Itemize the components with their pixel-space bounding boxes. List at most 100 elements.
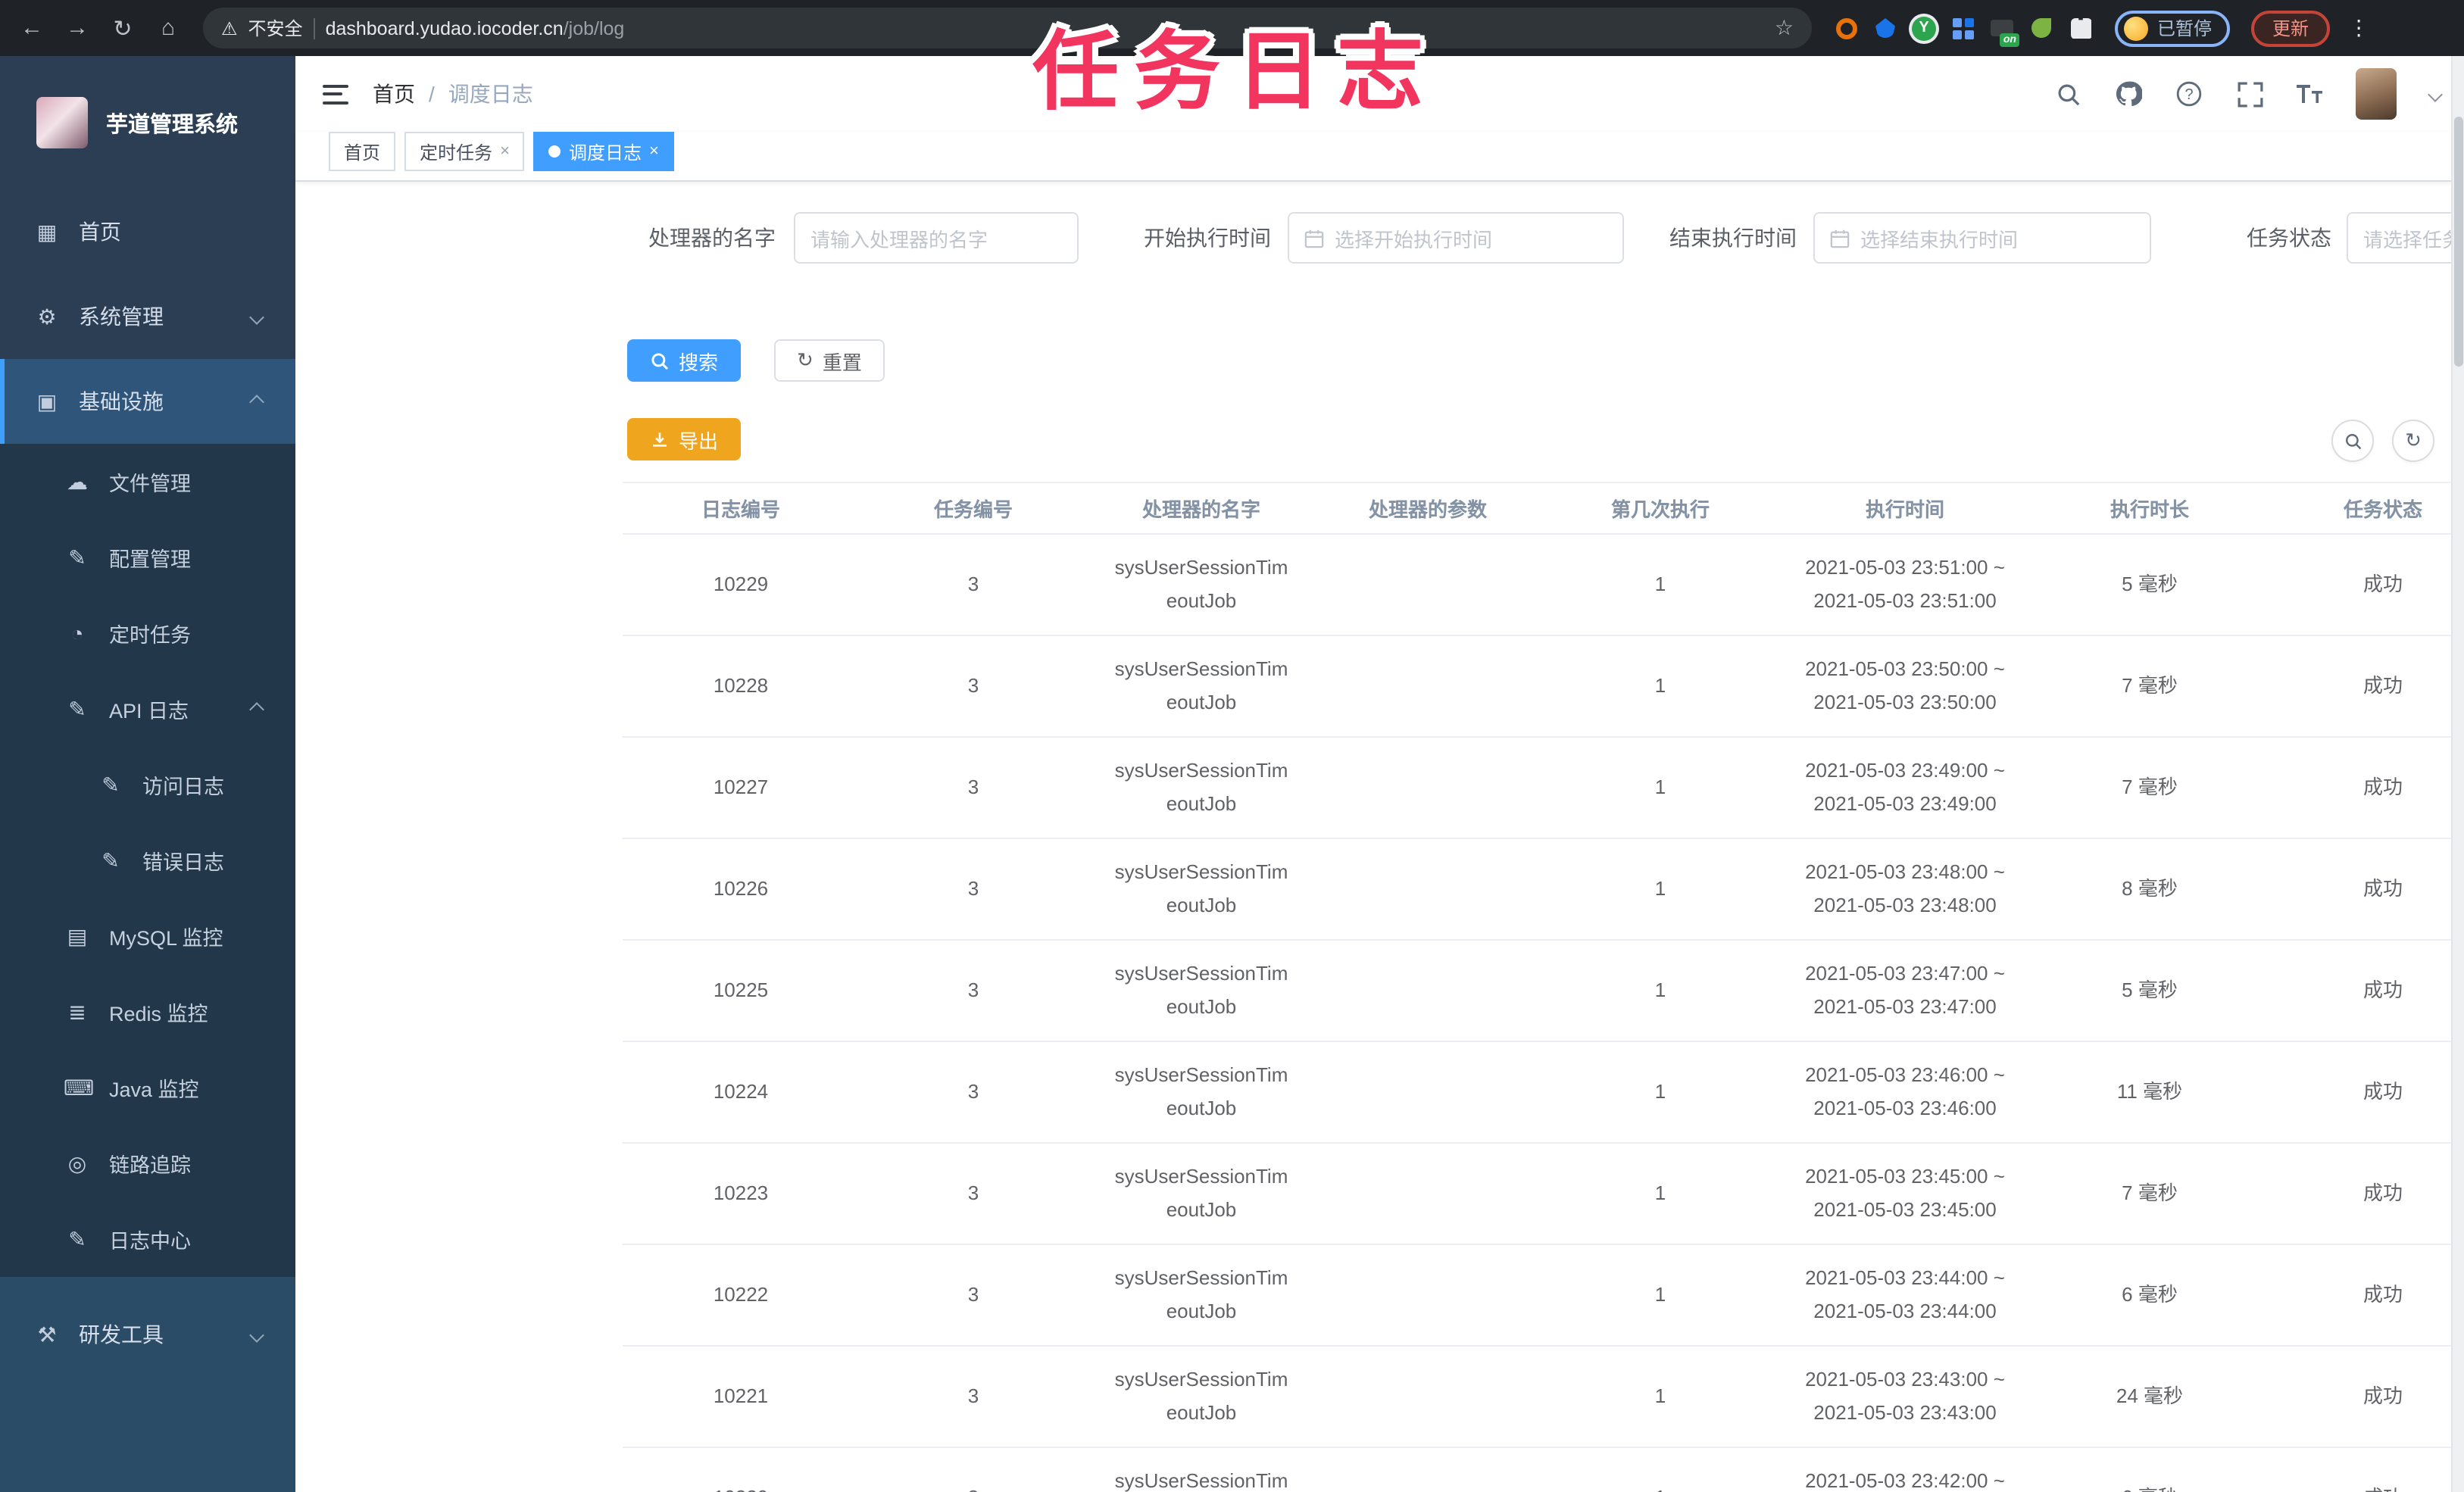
sidebar-item-系统管理[interactable]: ⚙ 系统管理 [0,274,295,359]
sidebar-item-链路追踪[interactable]: ◎ 链路追踪 [0,1125,295,1201]
sidebar-item-redis-监控[interactable]: ≣ Redis 监控 [0,974,295,1050]
extension-grid-icon[interactable] [1950,15,1975,41]
sidebar-item-日志中心[interactable]: ✎ 日志中心 [0,1201,295,1277]
table-cell: 成功 [2269,1143,2464,1245]
sidebar-item-研发工具[interactable]: ⚒ 研发工具 [0,1292,295,1377]
api-log-icon: ✎ [68,696,86,720]
close-tab-icon[interactable]: × [500,142,510,161]
table-cell: 3 [859,1447,1088,1492]
table-cell: 10222 [623,1244,859,1347]
table-cell: 2021-05-03 23:47:00 ~2021-05-03 23:47:00 [1780,940,2030,1042]
extension-leaf-icon[interactable] [2028,15,2054,41]
scrollbar-thumb[interactable] [2454,117,2463,367]
table-row: 10227 3 sysUserSessionTim eoutJob 1 2021-05-0… [623,737,2464,839]
bookmark-star-icon[interactable]: ☆ [1775,15,1794,41]
browser-reload-icon[interactable]: ↻ [103,8,142,48]
column-header: 处理器的名字 [1088,482,1315,535]
browser-menu-icon[interactable]: ⋮ [2348,15,2369,41]
browser-forward-icon[interactable]: → [58,8,97,48]
sidebar-item-首页[interactable]: ▦ 首页 [0,189,295,274]
user-menu-caret-icon[interactable] [2428,86,2443,101]
job-status-select[interactable]: 请选择任务状态 [2347,212,2464,264]
refresh-table-button[interactable]: ↻ [2392,420,2434,462]
sidebar-item-访问日志[interactable]: ✎ 访问日志 [0,747,295,822]
tools-icon: ⚒ [37,1322,57,1346]
sidebar-item-label: 文件管理 [109,473,191,495]
column-header: 任务编号 [859,482,1088,535]
browser-update-button[interactable]: 更新 [2251,10,2331,46]
sidebar-item-api-日志[interactable]: ✎ API 日志 [0,671,295,747]
collapse-sidebar-icon[interactable] [323,84,348,104]
extension-green-y-icon[interactable]: Y [1912,16,1936,40]
table-cell: 2021-05-03 23:51:00 ~2021-05-03 23:51:00 [1780,534,2030,636]
sidebar-item-基础设施[interactable]: ▣ 基础设施 [0,359,295,444]
search-button[interactable]: 搜索 [627,339,742,382]
table-cell: 2021-05-03 23:42:00 ~2021-05-03 23:42:00 [1780,1447,2030,1492]
tab-定时任务[interactable]: 定时任务 × [404,132,525,171]
column-header: 执行时长 [2030,482,2269,535]
extension-puzzle-icon[interactable] [2068,15,2094,41]
tab-调度日志[interactable]: 调度日志 × [533,132,674,171]
app-logo [36,97,88,148]
mysql-icon: ▤ [67,923,88,947]
toggle-search-button[interactable] [2331,420,2374,462]
extension-on-badge-icon[interactable] [1989,15,2015,41]
sidebar-item-定时任务[interactable]: ◔ 定时任务 [0,595,295,671]
table-row: 10223 3 sysUserSessionTim eoutJob 1 2021-05-0… [623,1143,2464,1245]
table-cell: 3 [859,1041,1088,1144]
fullscreen-icon[interactable] [2234,79,2265,109]
table-cell: sysUserSessionTimeoutJob [1088,737,1315,839]
table-cell: sysUserSessionTimeoutJob [1088,1244,1315,1347]
column-header: 第几次执行 [1541,482,1780,535]
extension-orange-ring-icon[interactable] [1833,15,1859,41]
column-header: 处理器的参数 [1315,482,1541,535]
table-cell: 10223 [623,1143,859,1245]
table-cell [1315,838,1541,941]
sidebar-item-错误日志[interactable]: ✎ 错误日志 [0,822,295,898]
sidebar-item-label: 首页 [79,220,121,244]
sidebar-item-配置管理[interactable]: ✎ 配置管理 [0,520,295,595]
reset-button[interactable]: ↻ 重置 [774,339,885,382]
tab-首页[interactable]: 首页 [329,132,396,171]
table-row: 10221 3 sysUserSessionTim eoutJob 1 2021-05-0… [623,1346,2464,1448]
filter-item: 结束执行时间 选择结束执行时间 [1669,212,2151,264]
not-secure-label[interactable]: 不安全 [248,15,303,41]
close-tab-icon[interactable]: × [649,142,659,161]
profile-paused-chip[interactable]: 已暂停 [2115,10,2231,46]
handler-name-input[interactable]: 请输入处理器的名字 [794,212,1079,264]
app-logo-row[interactable]: 芋道管理系统 [0,56,295,189]
gear-icon: ⚙ [37,304,57,328]
user-avatar[interactable] [2356,68,2397,120]
error-log-icon: ✎ [101,847,120,872]
table-cell [1315,1244,1541,1347]
table-cell: 10220 [623,1447,859,1492]
filter-item: 任务状态 请选择任务状态 [2247,212,2464,264]
sidebar-item-文件管理[interactable]: ☁ 文件管理 [0,444,295,520]
browser-home-icon[interactable]: ⌂ [148,8,188,48]
sidebar-item-mysql-监控[interactable]: ▤ MySQL 监控 [0,898,295,974]
date-input[interactable]: 选择结束执行时间 [1813,212,2151,264]
sidebar: 芋道管理系统 ▦ 首页 ⚙ 系统管理 ▣ 基础设施 ☁ 文件管理 ✎ 配置管理 ◔ 定时任务 ✎ AP… [0,56,295,1492]
table-cell: 10228 [623,635,859,738]
github-icon[interactable] [2113,79,2144,109]
extension-blue-drop-icon[interactable] [1872,15,1898,41]
table-cell: 7 毫秒 [2030,737,2269,839]
table-cell: 1 [1541,1143,1780,1245]
sidebar-item-java-监控[interactable]: ⌨ Java 监控 [0,1050,295,1125]
breadcrumb-home[interactable]: 首页 [373,79,415,109]
date-input[interactable]: 选择开始执行时间 [1288,212,1624,264]
browser-back-icon[interactable]: ← [12,8,52,48]
page-scrollbar[interactable] [2451,56,2464,1492]
screen: ← → ↻ ⌂ ⚠ 不安全 dashboard.yudao.iocoder.cn… [0,0,2464,1492]
table-cell: 10225 [623,940,859,1042]
address-bar[interactable]: ⚠ 不安全 dashboard.yudao.iocoder.cn/job/log… [203,8,1812,48]
chevron-down-icon [249,1327,264,1342]
breadcrumb: 首页 / 调度日志 [373,79,533,109]
table-row: 10228 3 sysUserSessionTim eoutJob 1 2021-05-0… [623,635,2464,738]
export-button[interactable]: 导出 [627,418,742,460]
table-cell [1315,534,1541,636]
table-cell [1315,1041,1541,1144]
help-icon[interactable]: ? [2174,79,2204,109]
font-size-icon[interactable] [2295,79,2325,109]
search-icon[interactable] [2053,79,2083,109]
